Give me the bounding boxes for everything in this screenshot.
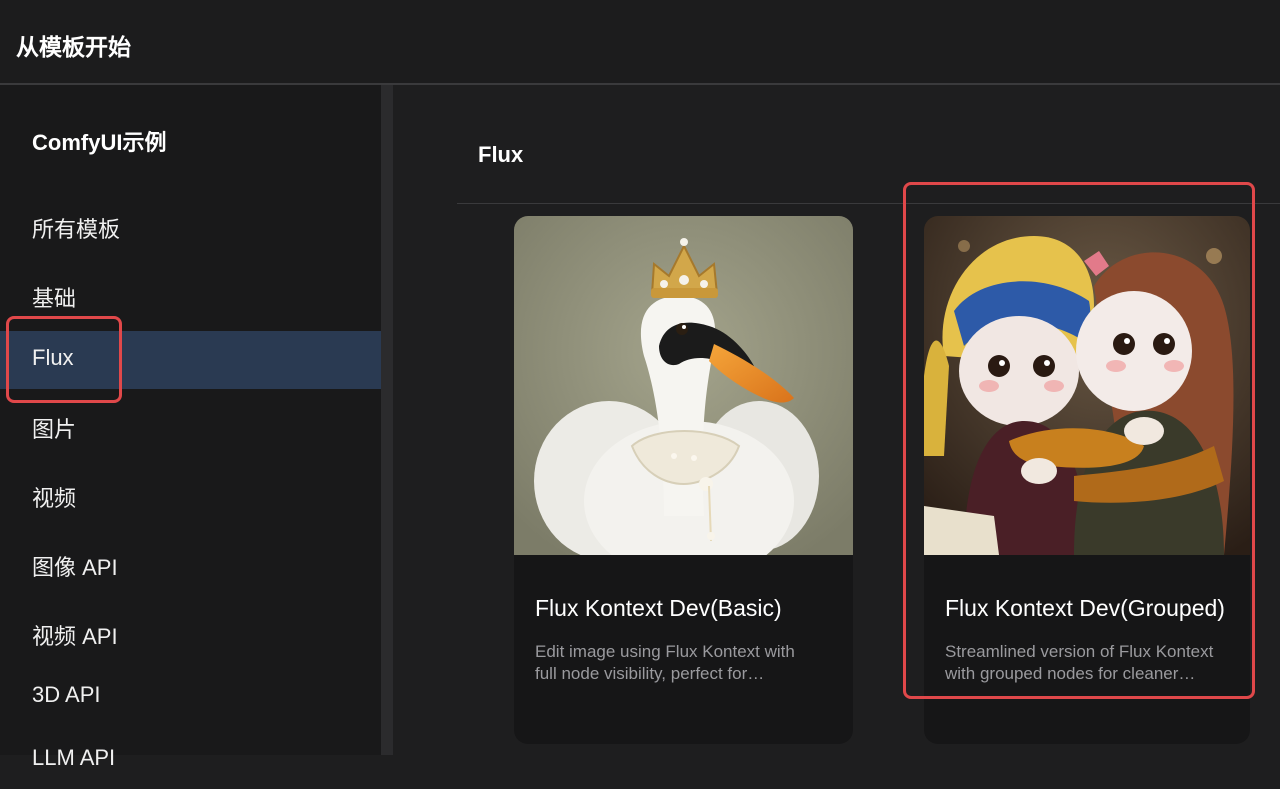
sidebar-item-label: 图片 [32,417,77,442]
section-divider [457,203,1280,204]
sidebar-heading: ComfyUI示例 [32,130,167,155]
knitted-dolls-hugging-image [924,216,1250,555]
sidebar-item-label: 图像 API [32,555,118,580]
sidebar-item-llm-api[interactable]: LLM API [0,731,381,789]
sidebar-item-label: 基础 [32,286,77,311]
sidebar-item-label: 所有模板 [32,217,121,242]
card-description-line: Streamlined version of Flux Kontext [945,642,1214,661]
sidebar-item-basic[interactable]: 基础 [0,267,381,325]
template-gallery: Flux Flux Kontext Dev(Basic) Edit image … [393,85,1280,755]
sidebar-item-video[interactable]: 视频 [0,467,381,525]
sidebar-item-label: 视频 [32,486,77,511]
sidebar-item-label: 3D API [32,682,101,707]
card-description-line: full node visibility, perfect for… [535,664,765,683]
sidebar-item-video-api[interactable]: 视频 API [0,605,381,663]
sidebar-item-3d-api[interactable]: 3D API [0,668,381,726]
sidebar-item-label: Flux [32,345,74,370]
dialog-title: 从模板开始 [16,34,131,60]
section-title: Flux [478,142,524,167]
sidebar-item-label: LLM API [32,745,116,770]
sidebar-item-image[interactable]: 图片 [0,398,381,456]
card-title: Flux Kontext Dev(Basic) [535,595,782,621]
sidebar-item-flux[interactable]: Flux [0,331,381,389]
card-description-line: with grouped nodes for cleaner… [945,664,1196,683]
card-description-line: Edit image using Flux Kontext with [535,642,795,661]
card-description: Edit image using Flux Kontext with full … [535,641,835,685]
dialog-header: 从模板开始 [0,0,1280,85]
template-card-flux-kontext-basic[interactable]: Flux Kontext Dev(Basic) Edit image using… [514,216,853,744]
template-card-flux-kontext-grouped[interactable]: Flux Kontext Dev(Grouped) Streamlined ve… [924,216,1250,744]
swan-with-crown-image [514,216,853,555]
sidebar-scrollbar[interactable] [381,85,393,755]
sidebar-item-image-api[interactable]: 图像 API [0,536,381,594]
sidebar-item-all-templates[interactable]: 所有模板 [0,198,381,256]
card-title: Flux Kontext Dev(Grouped) [945,595,1225,621]
sidebar-item-label: 视频 API [32,624,118,649]
card-description: Streamlined version of Flux Kontext with… [945,641,1245,685]
category-sidebar: ComfyUI示例 所有模板 基础 Flux 图片 视频 图像 API 视频 A… [0,85,381,770]
